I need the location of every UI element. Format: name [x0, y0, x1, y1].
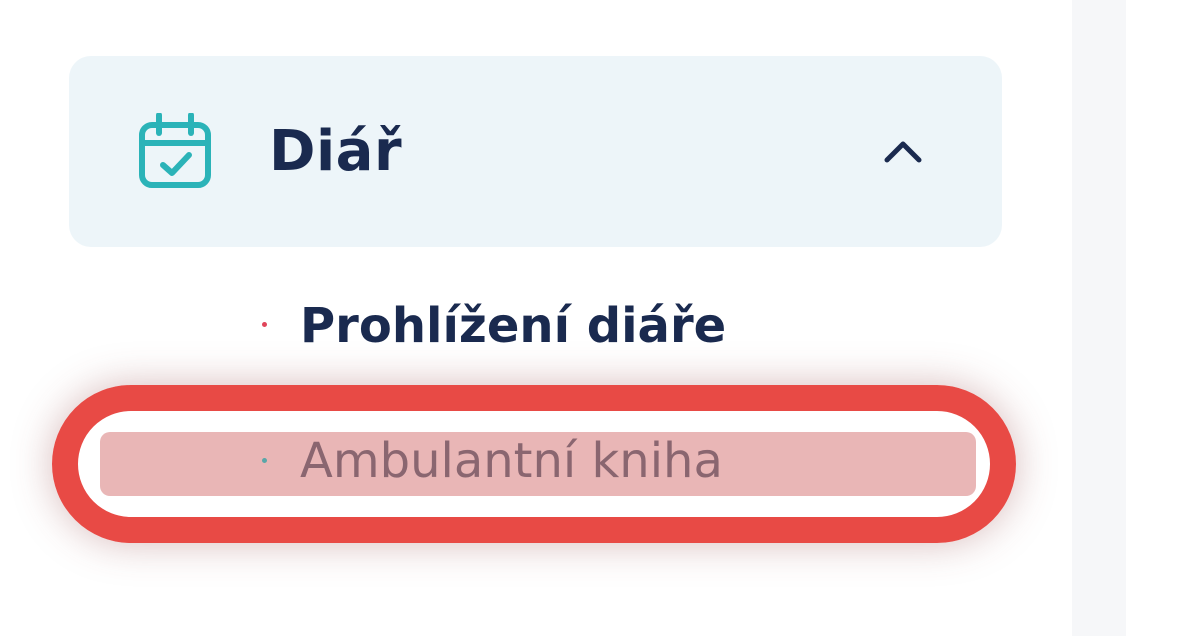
- sidebar-item-label: Prohlížení diáře: [300, 298, 727, 354]
- highlight-annotation-ring: [52, 385, 1016, 543]
- bullet-dot: [262, 322, 267, 327]
- sidebar: Diář Prohlížení diáře Ambulantní kniha: [0, 0, 1072, 636]
- chevron-up-icon[interactable]: [881, 136, 925, 166]
- sidebar-item-prohlizeni-diare[interactable]: Prohlížení diáře: [0, 296, 1072, 356]
- page-background: [1126, 0, 1200, 636]
- menu-group-diar[interactable]: Diář: [69, 56, 1002, 247]
- menu-group-label: Diář: [269, 119, 403, 184]
- calendar-check-icon: [139, 113, 211, 188]
- content-edge: [1072, 0, 1126, 636]
